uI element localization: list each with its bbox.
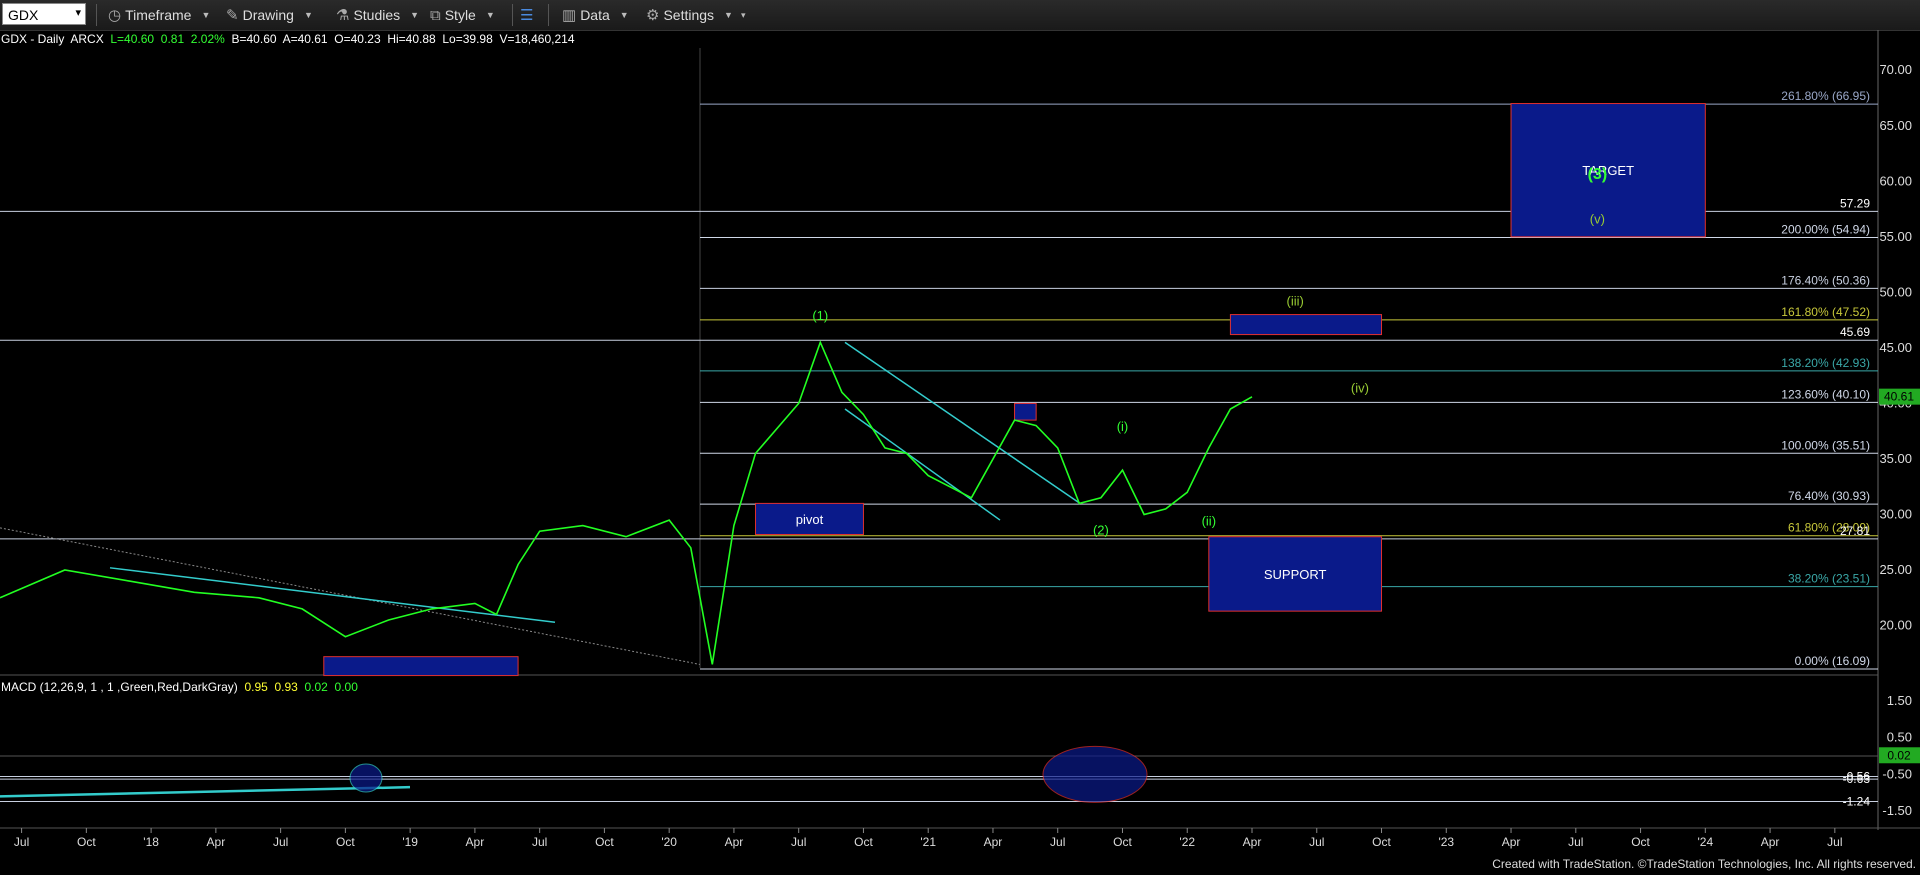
- x-tick-label: Jul: [1309, 835, 1324, 849]
- fib-level-label: 261.80% (66.95): [1781, 89, 1870, 103]
- fib-level-label: 38.20% (23.51): [1788, 572, 1870, 586]
- level-label: 27.81: [1840, 524, 1870, 538]
- channel-lower: [844, 408, 1001, 521]
- price-chart[interactable]: 70.0065.0060.0055.0050.0045.0040.0035.00…: [0, 0, 1920, 875]
- x-tick-label: '18: [143, 835, 159, 849]
- x-tick-label: Jul: [1827, 835, 1842, 849]
- macd-level-label: -0.63: [1843, 772, 1871, 786]
- macd-trend-line: [0, 785, 411, 798]
- wave-label: (3): [1588, 166, 1608, 183]
- macd-diff: 0.02: [304, 680, 328, 694]
- macd-y-tick: 0.50: [1887, 730, 1912, 745]
- divergence-ellipse: [1042, 745, 1148, 803]
- x-tick-label: Oct: [1372, 835, 1391, 849]
- y-tick-label: 30.00: [1879, 507, 1912, 522]
- macd-last-label: 0.02: [1887, 748, 1911, 762]
- x-tick-label: '20: [661, 835, 677, 849]
- last-price-label: 40.61: [1884, 390, 1914, 404]
- y-tick-label: 55.00: [1879, 229, 1912, 244]
- y-tick-label: 45.00: [1879, 340, 1912, 355]
- zone-box: [1014, 402, 1037, 421]
- x-tick-label: Jul: [791, 835, 806, 849]
- fib-level-label: 76.40% (30.93): [1788, 489, 1870, 503]
- zone-label: SUPPORT: [1264, 567, 1327, 582]
- x-tick-label: Oct: [77, 835, 96, 849]
- x-tick-label: '21: [920, 835, 936, 849]
- x-tick-label: '23: [1438, 835, 1454, 849]
- footer-credit: Created with TradeStation. ©TradeStation…: [1492, 857, 1916, 871]
- trend-line: [109, 567, 556, 623]
- x-tick-label: '19: [402, 835, 418, 849]
- wave-label: (1): [812, 308, 828, 323]
- level-label: 45.69: [1840, 325, 1870, 339]
- zone-box: [1229, 314, 1383, 336]
- x-tick-label: Apr: [466, 835, 485, 849]
- y-tick-label: 35.00: [1879, 451, 1912, 466]
- level-label: 57.29: [1840, 196, 1870, 210]
- x-tick-label: Apr: [207, 835, 226, 849]
- channel-upper: [844, 341, 1081, 505]
- x-tick-label: Apr: [1502, 835, 1521, 849]
- x-tick-label: Oct: [336, 835, 355, 849]
- x-tick-label: Apr: [984, 835, 1003, 849]
- x-tick-label: Jul: [14, 835, 29, 849]
- wave-label: (2): [1093, 522, 1109, 537]
- zone-box: [323, 656, 519, 677]
- zone-label: pivot: [796, 512, 824, 527]
- fib-level-label: 176.40% (50.36): [1781, 273, 1870, 287]
- y-tick-label: 20.00: [1879, 618, 1912, 633]
- macd-level-label: -1.24: [1843, 794, 1871, 808]
- y-tick-label: 50.00: [1879, 284, 1912, 299]
- x-tick-label: Jul: [273, 835, 288, 849]
- macd-value: 0.95: [244, 680, 268, 694]
- x-tick-label: Oct: [595, 835, 614, 849]
- macd-y-tick: -0.50: [1882, 766, 1912, 781]
- fib-level-label: 200.00% (54.94): [1781, 222, 1870, 236]
- x-tick-label: Apr: [725, 835, 744, 849]
- x-tick-label: Apr: [1761, 835, 1780, 849]
- wave-label: (v): [1590, 211, 1605, 226]
- y-tick-label: 65.00: [1879, 118, 1912, 133]
- trend-line-dotted: [0, 527, 701, 665]
- x-tick-label: Oct: [854, 835, 873, 849]
- x-tick-label: Oct: [1631, 835, 1650, 849]
- x-tick-label: '24: [1697, 835, 1713, 849]
- wave-label: (iii): [1287, 294, 1304, 309]
- x-tick-label: '22: [1179, 835, 1195, 849]
- macd-label: MACD (12,26,9, 1 , 1 ,Green,Red,DarkGray…: [1, 680, 238, 694]
- fib-level-label: 138.20% (42.93): [1781, 356, 1870, 370]
- y-tick-label: 25.00: [1879, 562, 1912, 577]
- wave-label: (iv): [1351, 380, 1369, 395]
- x-tick-label: Jul: [532, 835, 547, 849]
- divergence-ellipse: [349, 763, 383, 793]
- price-series: [0, 340, 1253, 665]
- macd-y-tick: 1.50: [1887, 693, 1912, 708]
- macd-y-tick: -1.50: [1882, 803, 1912, 818]
- macd-signal: 0.93: [274, 680, 298, 694]
- x-tick-label: Apr: [1243, 835, 1262, 849]
- macd-zero: 0.00: [334, 680, 358, 694]
- y-tick-label: 70.00: [1879, 62, 1912, 77]
- fib-level-label: 123.60% (40.10): [1781, 387, 1870, 401]
- y-tick-label: 60.00: [1879, 173, 1912, 188]
- fib-level-label: 161.80% (47.52): [1781, 305, 1870, 319]
- x-tick-label: Jul: [1568, 835, 1583, 849]
- x-tick-label: Oct: [1113, 835, 1132, 849]
- fib-level-label: 100.00% (35.51): [1781, 438, 1870, 452]
- wave-label: (i): [1117, 419, 1129, 434]
- x-tick-label: Jul: [1050, 835, 1065, 849]
- fib-level-label: 0.00% (16.09): [1795, 654, 1870, 668]
- macd-info-line: MACD (12,26,9, 1 , 1 ,Green,Red,DarkGray…: [1, 680, 358, 694]
- wave-label: (ii): [1202, 514, 1216, 529]
